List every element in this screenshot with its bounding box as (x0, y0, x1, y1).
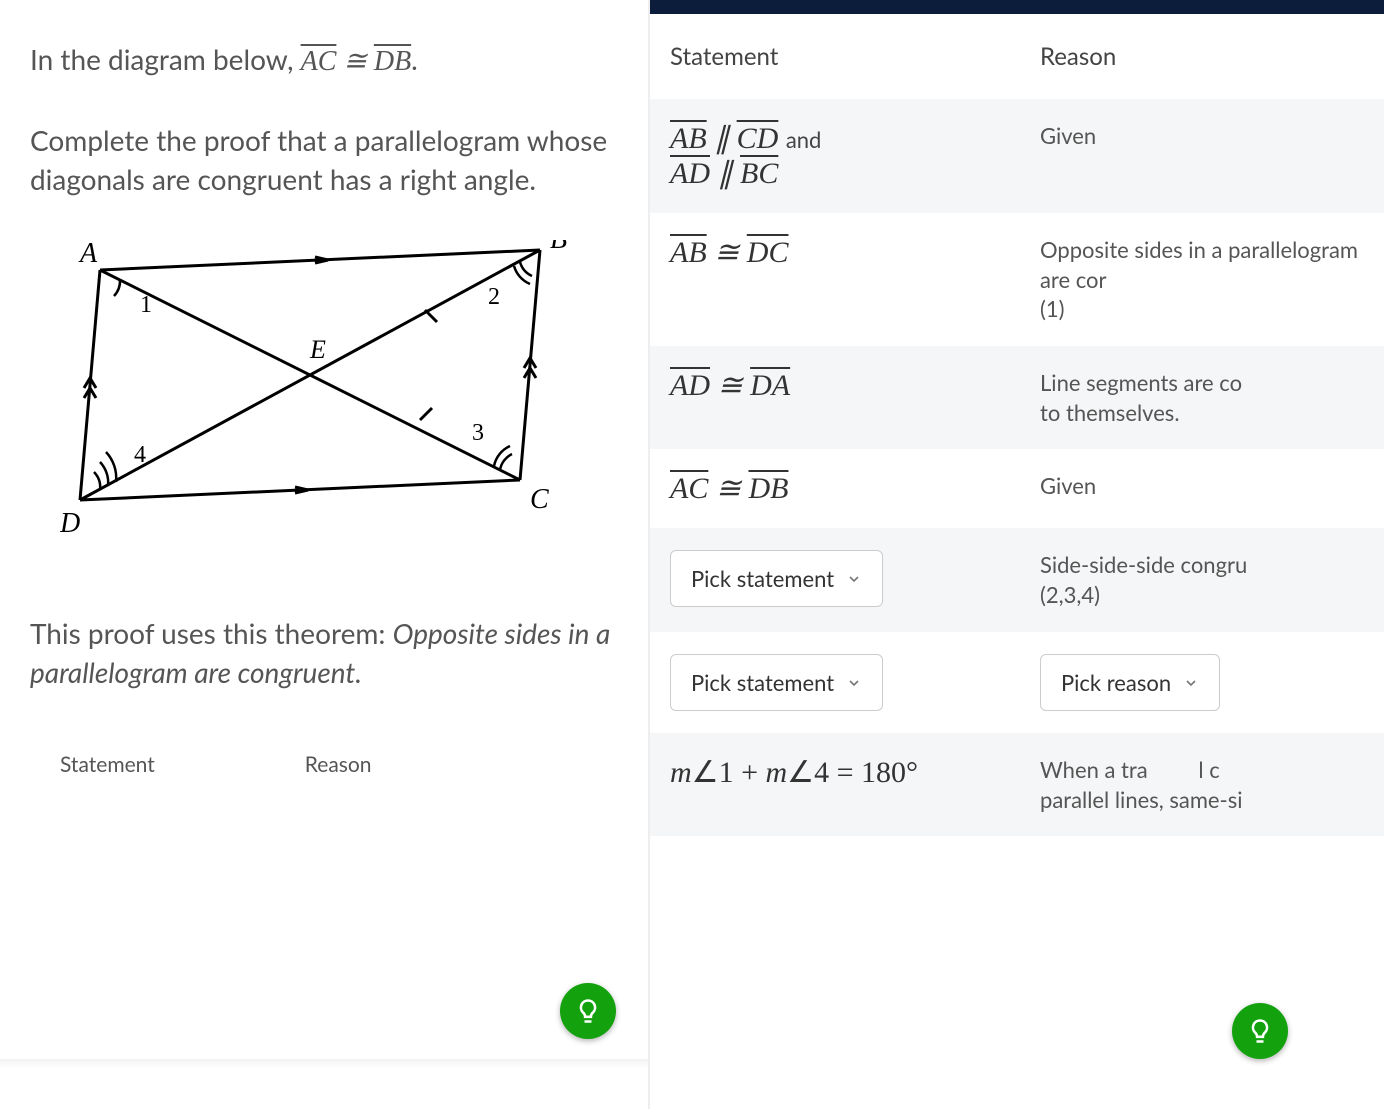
pick-reason-dropdown[interactable]: Pick reason (1040, 654, 1220, 711)
statement-cell: AB ∥ CD and AD ∥ BC (670, 121, 1040, 191)
table-row: AB ≅ DC Opposite sides in a parallelogra… (650, 213, 1384, 346)
vertex-e: E (309, 335, 326, 364)
segment-ac: AC (301, 46, 337, 77)
statement-cell: Pick statement (670, 654, 1040, 711)
mini-reason-header: Reason (305, 752, 372, 777)
statement-cell: m∠1 + m∠4 = 180° (670, 755, 1040, 790)
prompt-line-2: Complete the proof that a parallelogram … (30, 121, 618, 199)
chevron-down-icon (1183, 669, 1199, 696)
problem-panel: In the diagram below, AC ≅ DB. Complete … (0, 0, 650, 1109)
reason-cell: Side-side-side congru(2,3,4) (1040, 550, 1364, 609)
theorem-pre: This proof uses this theorem: (30, 616, 393, 650)
picker-label: Pick statement (691, 669, 834, 696)
mini-statement-header: Statement (60, 752, 155, 777)
angle-4-label: 4 (134, 442, 146, 468)
statement-header: Statement (670, 42, 1040, 71)
parallelogram-diagram: 1 2 3 4 A B C D E (30, 240, 618, 554)
theorem-note: This proof uses this theorem: Opposite s… (30, 614, 618, 692)
reason-cell: Line segments are coto themselves. (1040, 368, 1364, 427)
vertex-d: D (60, 508, 80, 539)
reason-cell: When a tra l cparallel lines, same-si (1040, 755, 1364, 814)
table-row: Pick statement Pick reason (650, 632, 1384, 733)
statement-cell: Pick statement (670, 550, 1040, 607)
picker-label: Pick statement (691, 565, 834, 592)
table-row: AB ∥ CD and AD ∥ BC Given (650, 99, 1384, 213)
table-row: AD ≅ DA Line segments are coto themselve… (650, 346, 1384, 449)
angle-1-label: 1 (140, 292, 152, 318)
statement-cell: AC ≅ DB (670, 471, 1040, 506)
table-row: Pick statement Side-side-side congru(2,3… (650, 528, 1384, 631)
header-bar (650, 0, 1384, 14)
diagram-svg: 1 2 3 4 A B C D E (60, 240, 580, 550)
reason-cell: Pick reason (1040, 654, 1364, 711)
reason-cell: Given (1040, 471, 1364, 501)
segment-db: DB (374, 46, 411, 77)
reason-header: Reason (1040, 42, 1364, 71)
angle-3-label: 3 (472, 420, 484, 446)
prompt-text: In the diagram below, (30, 42, 301, 76)
reason-cell: Given (1040, 121, 1364, 151)
angle-2-label: 2 (488, 284, 500, 310)
proof-table: Statement Reason AB ∥ CD and AD ∥ BC Giv… (650, 14, 1384, 836)
hint-button[interactable] (1232, 1003, 1288, 1059)
prompt-line-1: In the diagram below, AC ≅ DB. (30, 40, 618, 81)
mini-proof-header: Statement Reason (30, 752, 618, 777)
vertex-c: C (530, 484, 549, 515)
picker-label: Pick reason (1061, 669, 1171, 696)
pick-statement-dropdown[interactable]: Pick statement (670, 654, 883, 711)
table-row: m∠1 + m∠4 = 180° When a tra l cparallel … (650, 733, 1384, 836)
vertex-b: B (550, 240, 567, 255)
reason-cell: Opposite sides in a parallelogram are co… (1040, 235, 1364, 324)
chevron-down-icon (846, 669, 862, 696)
hint-button[interactable] (560, 983, 616, 1039)
proof-panel: Statement Reason AB ∥ CD and AD ∥ BC Giv… (650, 0, 1384, 1109)
lightbulb-icon (574, 997, 602, 1025)
statement-cell: AB ≅ DC (670, 235, 1040, 270)
vertex-a: A (78, 240, 98, 269)
proof-header-row: Statement Reason (650, 14, 1384, 99)
pick-statement-dropdown[interactable]: Pick statement (670, 550, 883, 607)
statement-cell: AD ≅ DA (670, 368, 1040, 403)
chevron-down-icon (846, 565, 862, 592)
lightbulb-icon (1246, 1017, 1274, 1045)
prompt-text-end: . (411, 42, 418, 76)
table-row: AC ≅ DB Given (650, 449, 1384, 528)
congruent-symbol: ≅ (336, 46, 373, 77)
